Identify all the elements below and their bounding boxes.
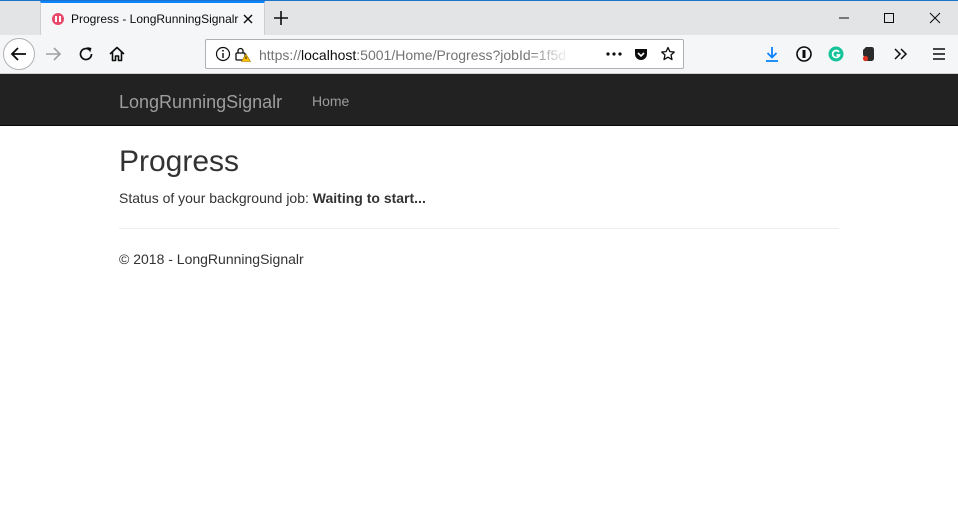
minimize-icon[interactable] [835,9,853,27]
browser-navigation-bar: https://localhost:5001/Home/Progress?job… [0,35,958,74]
tab-favicon-icon [52,13,64,25]
site-brand-link[interactable]: LongRunningSignalr [119,92,282,113]
url-scheme: https:// [259,47,302,63]
browser-tab-active[interactable]: Progress - LongRunningSignalr [40,1,265,36]
grammarly-icon[interactable] [827,45,845,63]
footer-divider [119,228,839,229]
home-icon[interactable] [108,45,126,63]
back-arrow-icon [10,47,26,61]
tab-title: Progress - LongRunningSignalr [71,12,239,26]
page-actions-icon[interactable] [605,46,622,62]
url-text: https://localhost:5001/Home/Progress?job… [259,47,569,63]
back-button[interactable] [3,38,35,70]
forward-arrow-icon[interactable] [44,45,62,63]
close-window-icon[interactable] [926,9,944,27]
bookmark-star-icon[interactable] [660,46,676,62]
evernote-icon[interactable] [859,45,877,63]
menu-icon[interactable] [930,45,948,63]
nav-link-home[interactable]: Home [312,93,349,109]
download-icon[interactable] [763,45,781,63]
status-value: Waiting to start... [312,190,426,206]
status-label: Status of your background job: [119,190,309,206]
reload-icon[interactable] [77,45,95,63]
tab-close-icon[interactable] [240,11,256,27]
new-tab-icon[interactable] [272,9,290,27]
url-fade [526,42,571,66]
footer-copyright: © 2018 - LongRunningSignalr [119,251,304,267]
browser-tab-strip: Progress - LongRunningSignalr [0,0,958,36]
maximize-icon[interactable] [880,9,898,27]
pocket-icon[interactable] [633,46,649,62]
site-navbar: LongRunningSignalr Home [0,74,958,126]
overflow-chevrons-icon[interactable] [892,45,910,63]
info-icon[interactable] [215,46,231,62]
page-title: Progress [119,145,240,178]
insecure-lock-icon[interactable] [234,46,252,62]
job-status-line: Status of your background job: Waiting t… [119,190,426,206]
extension-icon[interactable] [795,45,813,63]
url-host: localhost [301,47,357,63]
address-bar[interactable]: https://localhost:5001/Home/Progress?job… [205,39,684,69]
